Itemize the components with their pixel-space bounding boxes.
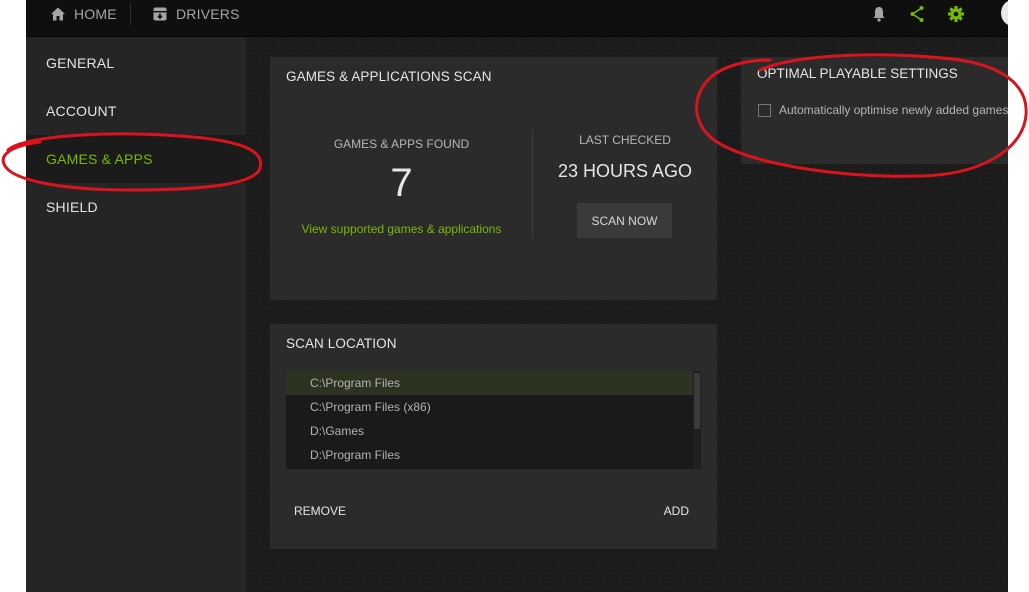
scan-location-panel: SCAN LOCATION C:\Program Files C:\Progra… bbox=[270, 324, 717, 549]
list-item[interactable]: C:\Program Files bbox=[286, 371, 693, 395]
bell-icon[interactable] bbox=[871, 4, 887, 24]
last-checked-label: LAST CHECKED bbox=[579, 133, 671, 147]
home-icon bbox=[51, 7, 65, 21]
auto-optimise-checkbox[interactable] bbox=[758, 104, 771, 117]
nav-drivers-label: DRIVERS bbox=[176, 6, 240, 22]
auto-optimise-label[interactable]: Automatically optimise newly added games bbox=[779, 103, 1008, 117]
games-apps-scan-panel: GAMES & APPLICATIONS SCAN GAMES & APPS F… bbox=[270, 57, 717, 300]
gear-icon[interactable] bbox=[947, 4, 965, 24]
avatar[interactable] bbox=[1001, 0, 1008, 26]
remove-button[interactable]: REMOVE bbox=[294, 504, 346, 518]
scan-now-button[interactable]: SCAN NOW bbox=[577, 203, 672, 238]
app-window: HOME DRIVERS GENERAL ACCOUNT GAMES & APP… bbox=[26, 0, 1008, 592]
nav-home[interactable]: HOME bbox=[50, 0, 117, 28]
last-checked-value: 23 HOURS AGO bbox=[557, 161, 693, 181]
sidebar-item-label: ACCOUNT bbox=[46, 103, 117, 119]
nav-drivers[interactable]: DRIVERS bbox=[152, 0, 240, 28]
sidebar-item-label: GAMES & APPS bbox=[46, 151, 153, 167]
list-item[interactable]: D:\Program Files bbox=[286, 443, 693, 467]
nav-divider bbox=[130, 3, 131, 25]
optimal-playable-settings-panel: OPTIMAL PLAYABLE SETTINGS Automatically … bbox=[741, 57, 1008, 164]
scrollbar[interactable] bbox=[693, 371, 701, 469]
scan-location-list: C:\Program Files C:\Program Files (x86) … bbox=[286, 371, 701, 469]
games-found-count: 7 bbox=[390, 161, 413, 205]
scrollbar-thumb[interactable] bbox=[694, 373, 700, 429]
sidebar: GENERAL ACCOUNT GAMES & APPS SHIELD bbox=[26, 37, 246, 592]
list-item[interactable]: D:\Games bbox=[286, 419, 693, 443]
games-found-label: GAMES & APPS FOUND bbox=[333, 137, 470, 151]
share-icon[interactable] bbox=[909, 4, 925, 24]
supported-games-link[interactable]: View supported games & applications bbox=[270, 222, 533, 236]
sidebar-item-general[interactable]: GENERAL bbox=[26, 39, 246, 87]
list-item[interactable]: C:\Program Files (x86) bbox=[286, 395, 693, 419]
scan-panel-title: GAMES & APPLICATIONS SCAN bbox=[286, 69, 492, 84]
sidebar-item-label: SHIELD bbox=[46, 199, 98, 215]
nav-home-label: HOME bbox=[74, 6, 117, 22]
sidebar-item-account[interactable]: ACCOUNT bbox=[26, 87, 246, 135]
sidebar-item-shield[interactable]: SHIELD bbox=[26, 183, 246, 231]
scan-location-title: SCAN LOCATION bbox=[286, 336, 397, 351]
add-button[interactable]: ADD bbox=[664, 504, 689, 518]
top-nav-bar: HOME DRIVERS bbox=[26, 0, 1008, 37]
sidebar-item-label: GENERAL bbox=[46, 55, 115, 71]
optimal-settings-title: OPTIMAL PLAYABLE SETTINGS bbox=[757, 66, 958, 81]
sidebar-item-games-and-apps[interactable]: GAMES & APPS bbox=[26, 135, 246, 183]
drivers-icon bbox=[153, 7, 167, 21]
